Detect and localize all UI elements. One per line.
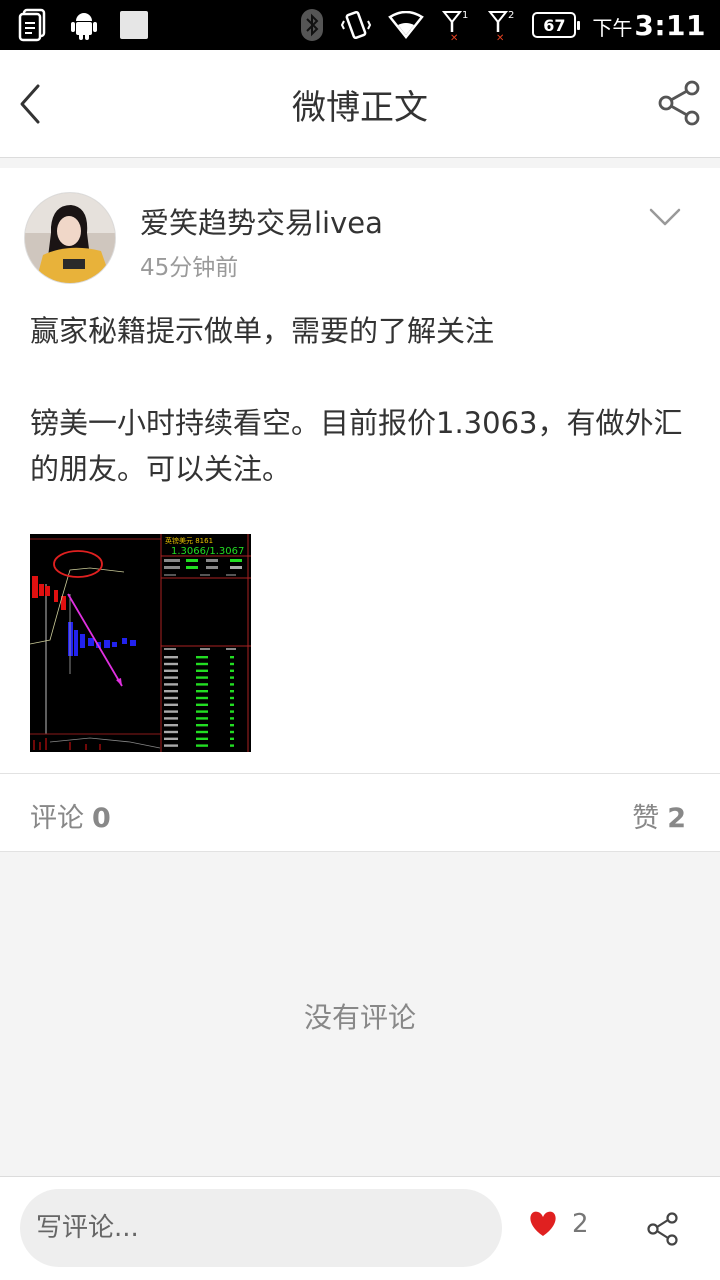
bottom-action-bar: 2 bbox=[0, 1176, 720, 1280]
svg-text:✕: ✕ bbox=[450, 33, 458, 42]
post-paragraph: 赢家秘籍提示做单，需要的了解关注 bbox=[30, 314, 495, 348]
username[interactable]: 爱笑趋势交易livea bbox=[140, 200, 383, 242]
square-icon bbox=[120, 11, 148, 39]
comments-label: 评论 bbox=[30, 803, 84, 834]
wifi-icon bbox=[388, 11, 425, 39]
signal-1-icon: 1 ✕ bbox=[442, 10, 469, 42]
likes-count: 2 bbox=[667, 803, 686, 834]
post-paragraph: 镑美一小时持续看空。目前报价1.3063，有做外汇的朋友。可以关注。 bbox=[30, 406, 683, 486]
time-period: 下午 bbox=[592, 15, 633, 40]
svg-text:2: 2 bbox=[508, 10, 514, 21]
comments-tab[interactable]: 评论 0 bbox=[30, 796, 111, 835]
battery-icon: 67 bbox=[532, 12, 581, 38]
signal-2-icon: 2 ✕ bbox=[488, 10, 515, 42]
bluetooth-icon bbox=[301, 9, 324, 41]
post-content: 赢家秘籍提示做单，需要的了解关注 镑美一小时持续看空。目前报价1.3063，有做… bbox=[30, 308, 694, 492]
chart-symbol: 英镑美元 8161 bbox=[165, 536, 213, 545]
comments-section: 没有评论 bbox=[0, 852, 720, 1176]
likes-tab[interactable]: 赞2 bbox=[632, 796, 686, 835]
avatar[interactable] bbox=[24, 192, 116, 284]
vibrate-icon bbox=[341, 10, 372, 40]
share-icon[interactable] bbox=[646, 1211, 680, 1247]
like-count: 2 bbox=[572, 1209, 589, 1239]
heart-icon bbox=[530, 1211, 556, 1236]
page-title: 微博正文 bbox=[292, 88, 428, 128]
android-icon bbox=[71, 13, 97, 40]
post-stats-bar: 评论 0 赞2 bbox=[0, 774, 720, 852]
app-header: 微博正文 bbox=[0, 50, 720, 158]
comments-count: 0 bbox=[92, 803, 111, 834]
empty-comments-message: 没有评论 bbox=[303, 1001, 416, 1034]
post-timestamp: 45分钟前 bbox=[140, 255, 239, 281]
comment-input[interactable] bbox=[20, 1189, 502, 1267]
svg-text:1: 1 bbox=[462, 10, 468, 21]
chart-quote: 1.3066/1.3067 bbox=[171, 546, 244, 557]
notes-icon bbox=[18, 8, 46, 42]
like-button[interactable]: 2 bbox=[528, 1209, 589, 1239]
time: 3:11 bbox=[634, 8, 706, 42]
svg-text:✕: ✕ bbox=[496, 33, 504, 42]
likes-label: 赞 bbox=[632, 803, 660, 834]
chevron-down-icon[interactable] bbox=[648, 206, 682, 228]
status-bar: 1 ✕ 2 ✕ 67 下午 3:11 bbox=[0, 0, 720, 50]
clock: 下午 3:11 bbox=[592, 9, 706, 42]
battery-level: 67 bbox=[543, 15, 566, 35]
post-image-chart[interactable]: 英镑美元 8161 1.3066/1.3067 bbox=[30, 534, 251, 752]
share-icon[interactable] bbox=[656, 78, 704, 128]
post-card: 爱笑趋势交易livea 45分钟前 赢家秘籍提示做单，需要的了解关注 镑美一小时… bbox=[0, 168, 720, 774]
